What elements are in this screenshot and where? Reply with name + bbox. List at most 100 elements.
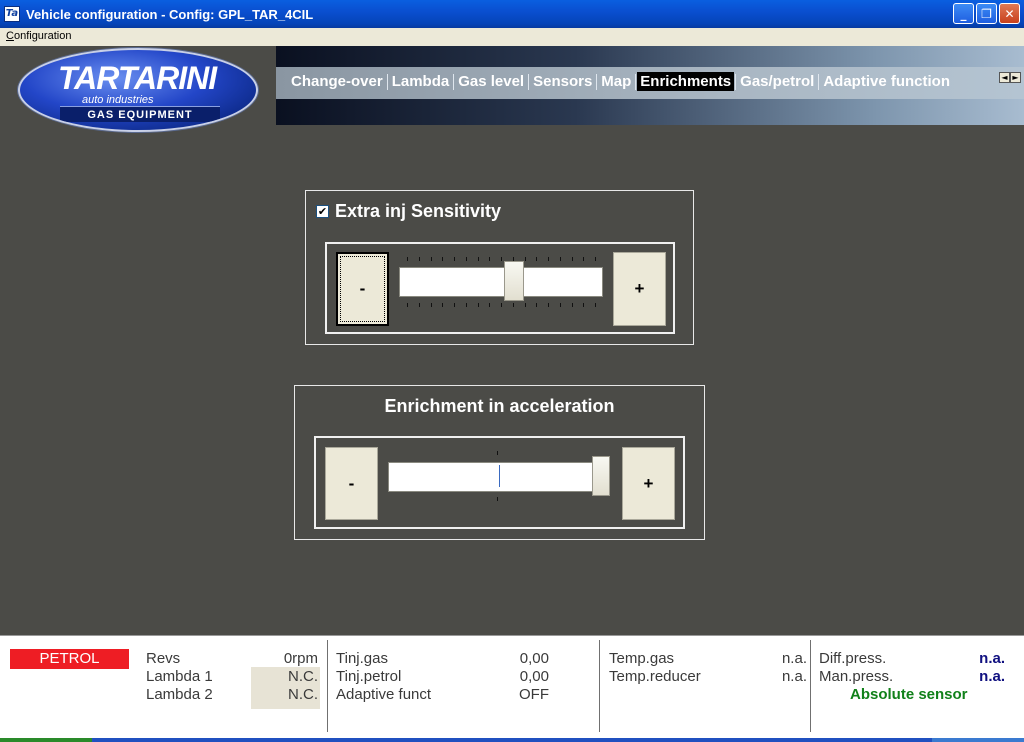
slider-tick bbox=[454, 303, 455, 307]
extra-inj-panel: ✔ Extra inj Sensitivity - + bbox=[305, 190, 694, 345]
tab-separator bbox=[635, 73, 637, 90]
close-button[interactable]: ✕ bbox=[999, 3, 1020, 24]
menu-bar: Configuration bbox=[0, 28, 1024, 46]
slider-tick bbox=[407, 257, 408, 261]
slider-tick bbox=[466, 257, 467, 261]
extra-inj-minus-button[interactable]: - bbox=[336, 252, 389, 326]
tinj-gas-value: 0,00 bbox=[519, 650, 549, 667]
tab-gas-petrol[interactable]: Gas/petrol bbox=[737, 72, 817, 91]
slider-tick bbox=[501, 257, 502, 261]
absolute-sensor-status: Absolute sensor bbox=[850, 686, 968, 703]
tinj-gas-label: Tinj.gas bbox=[336, 650, 388, 667]
enrichment-title: Enrichment in acceleration bbox=[384, 396, 615, 416]
tinj-petrol-label: Tinj.petrol bbox=[336, 668, 402, 685]
tab-scroll-right-icon[interactable]: ► bbox=[1010, 72, 1021, 83]
tinj-petrol-value: 0,00 bbox=[519, 668, 549, 685]
slider-tick bbox=[478, 257, 479, 261]
logo-brand: TARTARINI bbox=[58, 60, 217, 96]
slider-tick bbox=[431, 303, 432, 307]
temp-reducer-label: Temp.reducer bbox=[609, 668, 701, 685]
title-bar: Ta Vehicle configuration - Config: GPL_T… bbox=[0, 0, 1024, 28]
slider-tick bbox=[478, 303, 479, 307]
slider-tick bbox=[454, 257, 455, 261]
logo-subtitle: auto industries bbox=[82, 94, 154, 106]
tab-separator bbox=[528, 73, 530, 90]
extra-inj-slider-track[interactable] bbox=[399, 267, 603, 297]
temp-reducer-value: n.a. bbox=[781, 668, 807, 685]
man-press-value: n.a. bbox=[979, 668, 1005, 685]
tab-adaptive-function[interactable]: Adaptive function bbox=[820, 72, 953, 91]
status-separator bbox=[327, 640, 328, 732]
extra-inj-checkbox[interactable]: ✔ bbox=[316, 205, 329, 218]
enrichment-control-group: - + bbox=[314, 436, 685, 529]
slider-tick bbox=[536, 257, 537, 261]
extra-inj-plus-button[interactable]: + bbox=[613, 252, 666, 326]
tab-separator bbox=[596, 73, 598, 90]
tab-enrichments[interactable]: Enrichments bbox=[637, 72, 735, 91]
lambda1-label: Lambda 1 bbox=[146, 668, 213, 685]
enrichment-plus-button[interactable]: + bbox=[622, 447, 675, 520]
slider-tick bbox=[442, 303, 443, 307]
extra-inj-control-group: - + bbox=[325, 242, 675, 334]
adaptive-funct-label: Adaptive funct bbox=[336, 686, 432, 703]
lambda1-value: N.C. bbox=[288, 668, 318, 685]
slider-tick bbox=[572, 257, 573, 261]
slider-tick bbox=[548, 303, 549, 307]
tab-change-over[interactable]: Change-over bbox=[288, 72, 386, 91]
menu-configuration[interactable]: Configuration bbox=[6, 30, 71, 42]
lambda2-label: Lambda 2 bbox=[146, 686, 213, 703]
temp-gas-label: Temp.gas bbox=[609, 650, 675, 667]
revs-value: 0rpm bbox=[283, 650, 318, 667]
slider-tick bbox=[419, 303, 420, 307]
tab-scroll-buttons: ◄ ► bbox=[999, 72, 1021, 83]
enrichment-slider-thumb[interactable] bbox=[592, 456, 610, 496]
slider-tick bbox=[572, 303, 573, 307]
minimize-button[interactable]: _ bbox=[953, 3, 974, 24]
temp-gas-value: n.a. bbox=[781, 650, 807, 667]
tab-lambda[interactable]: Lambda bbox=[389, 72, 453, 91]
slider-tick bbox=[489, 257, 490, 261]
extra-inj-slider-thumb[interactable] bbox=[504, 261, 524, 301]
diff-press-label: Diff.press. bbox=[819, 650, 887, 667]
maximize-button[interactable]: ❐ bbox=[976, 3, 997, 24]
slider-tick bbox=[560, 257, 561, 261]
tab-map[interactable]: Map bbox=[598, 72, 634, 91]
app-window: Ta Vehicle configuration - Config: GPL_T… bbox=[0, 0, 1024, 742]
tartarini-logo: TARTARINI auto industries GAS EQUIPMENT bbox=[18, 48, 258, 132]
enrichment-minus-button[interactable]: - bbox=[325, 447, 378, 520]
slider-tick bbox=[583, 257, 584, 261]
slider-tick bbox=[595, 257, 596, 261]
lambda2-value: N.C. bbox=[288, 686, 318, 703]
tab-separator bbox=[386, 73, 388, 90]
slider-tick bbox=[407, 303, 408, 307]
enrichment-panel: Enrichment in acceleration - + bbox=[294, 385, 705, 540]
status-bottom-edge bbox=[0, 738, 1024, 742]
extra-inj-title: Extra inj Sensitivity bbox=[335, 201, 502, 221]
window-title: Vehicle configuration - Config: GPL_TAR_… bbox=[26, 6, 314, 22]
slider-tick bbox=[442, 257, 443, 261]
tab-gas-level[interactable]: Gas level bbox=[455, 72, 527, 91]
enrichment-bottom-tick bbox=[497, 497, 498, 501]
revs-label: Revs bbox=[146, 650, 181, 667]
slider-tick bbox=[419, 257, 420, 261]
slider-tick bbox=[595, 303, 596, 307]
tab-scroll-left-icon[interactable]: ◄ bbox=[999, 72, 1010, 83]
status-panel: PETROL Revs 0rpm Lambda 1 N.C. Lambda 2 … bbox=[0, 635, 1024, 738]
tab-separator bbox=[818, 73, 820, 90]
slider-tick bbox=[501, 303, 502, 307]
enrichment-top-tick bbox=[497, 451, 498, 455]
tab-sensors[interactable]: Sensors bbox=[530, 72, 595, 91]
slider-tick bbox=[536, 303, 537, 307]
diff-press-value: n.a. bbox=[979, 650, 1005, 667]
status-separator bbox=[810, 640, 811, 732]
slider-tick bbox=[513, 303, 514, 307]
status-separator bbox=[599, 640, 600, 732]
enrichment-center-marker bbox=[499, 465, 500, 487]
tab-separator bbox=[735, 73, 737, 90]
slider-tick bbox=[466, 303, 467, 307]
slider-tick bbox=[548, 257, 549, 261]
man-press-label: Man.press. bbox=[819, 668, 894, 685]
slider-tick bbox=[489, 303, 490, 307]
app-icon: Ta bbox=[4, 6, 20, 22]
tab-strip: Change-over Lambda Gas level Sensors Map Enri… bbox=[276, 46, 1024, 125]
